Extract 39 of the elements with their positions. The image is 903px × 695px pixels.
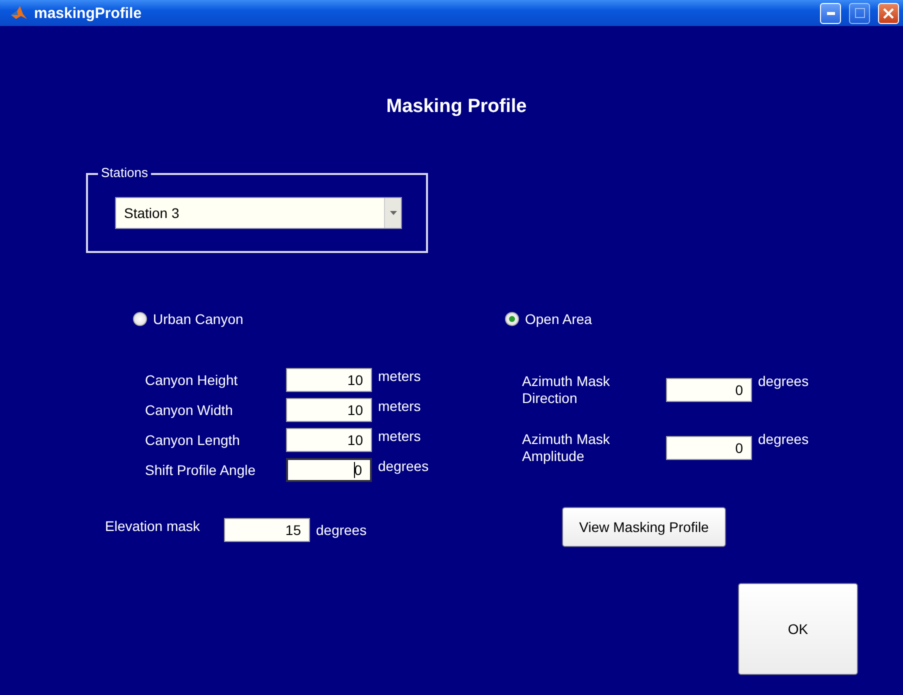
close-button[interactable] <box>878 2 899 24</box>
radio-label: Urban Canyon <box>153 311 244 327</box>
field-label: Elevation mask <box>105 518 201 534</box>
radio-button[interactable] <box>505 312 519 326</box>
input-field[interactable]: 10 <box>286 398 372 422</box>
group-label: Stations <box>98 165 151 180</box>
input-field[interactable]: 10 <box>286 428 372 452</box>
view-masking-profile-button[interactable]: View Masking Profile <box>562 507 726 547</box>
input-field[interactable]: 10 <box>286 368 372 392</box>
field-label: Azimuth Mask Direction <box>522 373 611 407</box>
maximize-button[interactable] <box>849 2 870 24</box>
station-dropdown[interactable]: Station 3 <box>115 197 402 229</box>
field-label: Canyon Width <box>145 402 234 418</box>
unit-label: meters <box>378 428 422 444</box>
radio-label: Open Area <box>525 311 592 327</box>
ok-button[interactable]: OK <box>738 583 858 675</box>
field-label: Shift Profile Angle <box>145 462 257 478</box>
field-label: Azimuth Mask Amplitude <box>522 431 611 465</box>
unit-label: degrees <box>758 373 810 389</box>
app-icon <box>10 5 28 21</box>
unit-label: degrees <box>316 522 368 538</box>
unit-label: degrees <box>758 431 810 447</box>
close-icon <box>883 8 894 18</box>
minimize-button[interactable] <box>820 2 841 24</box>
input-field[interactable]: 0 <box>286 458 372 482</box>
unit-label: meters <box>378 398 422 414</box>
dialog-heading: Masking Profile <box>386 96 527 118</box>
input-field[interactable]: 15 <box>224 518 310 542</box>
maximize-icon <box>854 8 864 18</box>
field-label: Canyon Height <box>145 372 239 388</box>
input-field[interactable]: 0 <box>666 436 752 460</box>
radio-button[interactable] <box>133 312 147 326</box>
unit-label: meters <box>378 368 422 384</box>
minimize-icon <box>826 12 834 14</box>
field-label: Canyon Length <box>145 432 241 448</box>
caret-icon <box>390 211 396 215</box>
unit-label: degrees <box>378 458 430 474</box>
input-field[interactable]: 0 <box>666 378 752 402</box>
window-title: maskingProfile <box>34 4 143 22</box>
